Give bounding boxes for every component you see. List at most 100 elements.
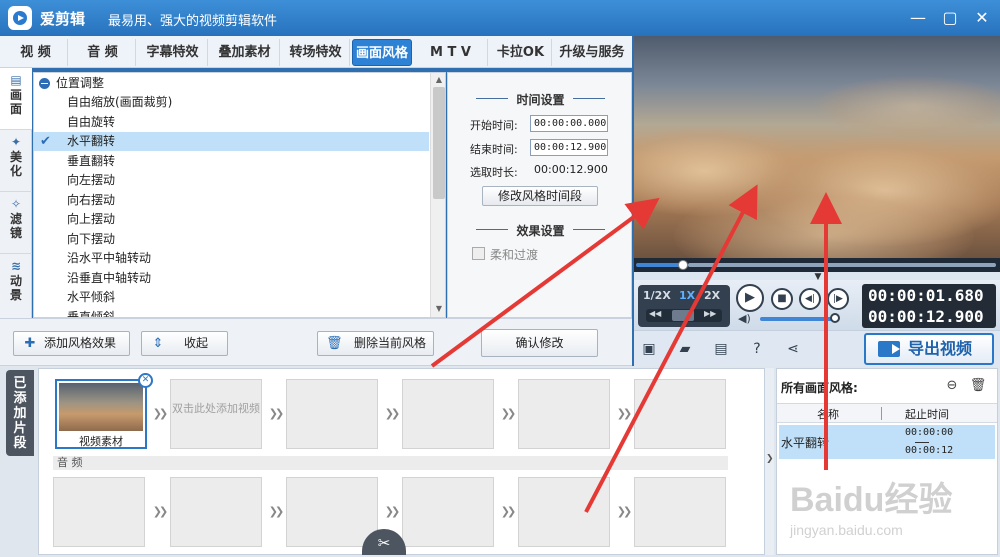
effect-item[interactable]: 垂直倾斜 [34, 308, 429, 318]
collapse-button[interactable]: ⇕ 收起 [141, 331, 228, 356]
effect-item[interactable]: 自由缩放(画面裁剪) [34, 93, 429, 112]
new-project-icon[interactable]: ▣ [640, 340, 658, 358]
speed-control: 1/2X 1X 2X ◀◀ ▶▶ [638, 285, 730, 327]
effect-item[interactable]: 沿水平中轴转动 [34, 249, 429, 268]
effect-item[interactable]: 向左摆动 [34, 171, 429, 190]
empty-video-slot[interactable] [402, 379, 494, 449]
effect-item[interactable]: 向上摆动 [34, 210, 429, 229]
empty-video-slot[interactable] [518, 379, 610, 449]
collapse-icon[interactable] [39, 78, 50, 89]
chevron-right-icon[interactable]: ❯ [766, 454, 774, 464]
tab-upgrade[interactable]: 升级与服务 [554, 39, 630, 66]
add-video-hint: 双击此处添加视频 [172, 402, 260, 415]
side-tabs: ▤ 画面 ✦ 美化 ✧ 滤镜 ≋ 动景 [0, 68, 32, 318]
speed-half[interactable]: 1/2X [643, 289, 671, 302]
export-video-button[interactable]: 导出视频 [864, 333, 994, 365]
side-tab-picture[interactable]: ▤ 画面 [0, 68, 32, 130]
maximize-button[interactable]: ▢ [938, 6, 962, 30]
styles-table-row[interactable]: 水平翻转 00:00:00 00:00:12 [779, 425, 995, 459]
next-frame-button[interactable]: |▶ [827, 288, 849, 310]
next-arrow-icon: ❯❯ [152, 407, 168, 420]
effect-group-header[interactable]: 位置调整 [34, 73, 429, 93]
tab-audio[interactable]: 音 频 [70, 39, 136, 66]
play-icon: ▶ [745, 290, 755, 305]
list-scrollbar[interactable]: ▲ ▼ [430, 73, 445, 317]
side-tab-beautify[interactable]: ✦ 美化 [0, 130, 32, 192]
scissors-icon: ✂ [377, 534, 391, 552]
open-folder-icon[interactable]: ▰ [676, 340, 694, 358]
empty-audio-slot[interactable] [402, 477, 494, 547]
jog-handle[interactable] [672, 310, 694, 321]
save-icon[interactable]: ▤ [712, 340, 730, 358]
close-button[interactable]: ✕ [970, 6, 994, 30]
empty-video-slot[interactable] [286, 379, 378, 449]
minimize-button[interactable]: — [906, 6, 930, 30]
empty-audio-slot[interactable] [53, 477, 145, 547]
tab-video[interactable]: 视 频 [4, 39, 68, 66]
empty-video-slot[interactable] [634, 379, 726, 449]
tab-karaoke[interactable]: 卡拉OK [490, 39, 552, 66]
smooth-transition-checkbox[interactable] [472, 247, 485, 260]
empty-audio-slot[interactable] [634, 477, 726, 547]
next-arrow-icon: ❯❯ [152, 505, 168, 518]
timecode-display: 00:00:01.680 00:00:12.900 [862, 284, 996, 328]
effect-item-label: 向下摆动 [67, 231, 116, 246]
column-name: 名称 [817, 408, 839, 421]
main-tab-bar: 视 频 音 频 字幕特效 叠加素材 转场特效 画面风格 M T V 卡拉OK 升… [0, 36, 632, 68]
confirm-button[interactable]: 确认修改 [481, 329, 598, 357]
effect-item[interactable]: 向下摆动 [34, 230, 429, 249]
end-time-input[interactable]: 00:00:12.900 [530, 139, 608, 156]
empty-video-slot[interactable]: 双击此处添加视频 [170, 379, 262, 449]
start-time-input[interactable]: 00:00:00.000 [530, 115, 608, 132]
time-separator [915, 442, 929, 443]
back-icon[interactable]: ⊖ [943, 377, 961, 395]
speed-normal[interactable]: 1X [679, 289, 695, 302]
volume-icon[interactable]: ◀) [738, 312, 751, 325]
effect-item[interactable]: 水平倾斜 [34, 288, 429, 307]
export-icon [878, 341, 900, 357]
empty-audio-slot[interactable] [518, 477, 610, 547]
volume-handle[interactable] [830, 313, 840, 323]
scroll-up-icon[interactable]: ▲ [433, 74, 445, 86]
effect-item[interactable]: ✔ 水平翻转 [34, 132, 429, 151]
volume-slider[interactable] [760, 317, 836, 321]
delete-style-button[interactable]: 🗑 删除当前风格 [317, 331, 434, 356]
help-icon[interactable]: ? [748, 340, 766, 358]
jog-slider[interactable]: ◀◀ ▶▶ [646, 309, 722, 322]
progress-bar[interactable] [634, 258, 1000, 272]
scroll-down-icon[interactable]: ▼ [433, 303, 445, 315]
progress-handle[interactable] [677, 260, 688, 270]
trash-icon[interactable]: 🗑 [969, 377, 987, 395]
app-logo-icon [8, 6, 32, 30]
add-style-button[interactable]: ✚ 添加风格效果 [13, 331, 130, 356]
stop-button[interactable]: ■ [771, 288, 793, 310]
empty-audio-slot[interactable] [286, 477, 378, 547]
effect-item[interactable]: 沿垂直中轴转动 [34, 269, 429, 288]
column-divider [881, 407, 882, 420]
effect-item[interactable]: 垂直翻转 [34, 152, 429, 171]
tab-subtitles[interactable]: 字幕特效 [138, 39, 208, 66]
video-clip[interactable]: 视频素材 ✕ [55, 373, 153, 449]
scroll-thumb[interactable] [433, 87, 445, 199]
empty-audio-slot[interactable] [170, 477, 262, 547]
effect-item[interactable]: 向右摆动 [34, 191, 429, 210]
magic-wand-icon: ✦ [10, 135, 22, 149]
side-tab-motion[interactable]: ≋ 动景 [0, 254, 32, 318]
style-end-time: 00:00:12 [905, 445, 954, 456]
remove-clip-icon[interactable]: ✕ [138, 373, 153, 388]
effect-item-label: 向上摆动 [67, 212, 116, 226]
tab-transitions[interactable]: 转场特效 [282, 39, 350, 66]
prev-frame-button[interactable]: ◀| [799, 288, 821, 310]
modify-time-button[interactable]: 修改风格时间段 [482, 186, 598, 206]
tab-overlay[interactable]: 叠加素材 [210, 39, 280, 66]
speed-double[interactable]: 2X [704, 289, 720, 302]
tab-picture-style[interactable]: 画面风格 [352, 39, 412, 66]
play-button[interactable]: ▶ [736, 284, 764, 312]
share-icon[interactable]: ⋖ [784, 340, 802, 358]
added-clips-tab[interactable]: 已添加片段 [6, 370, 34, 456]
panel-splitter[interactable]: ❯ [765, 368, 774, 555]
tab-mtv[interactable]: M T V [414, 39, 488, 66]
effect-item[interactable]: 自由旋转 [34, 113, 429, 132]
side-tab-filter[interactable]: ✧ 滤镜 [0, 192, 32, 254]
video-preview[interactable] [634, 36, 1000, 258]
